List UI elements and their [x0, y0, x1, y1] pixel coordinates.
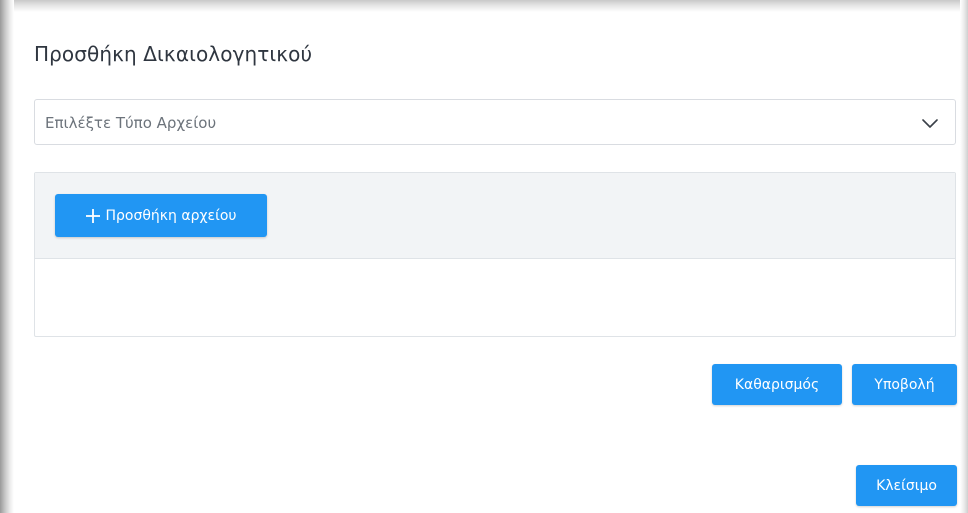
close-button[interactable]: Κλείσιμο [856, 465, 957, 506]
submit-button[interactable]: Υποβολή [852, 364, 957, 405]
modal-shadow-top [0, 0, 968, 12]
modal-shadow-left [0, 0, 14, 513]
submit-button-label: Υποβολή [874, 376, 935, 393]
add-file-button-label: Προσθήκη αρχείου [105, 207, 237, 224]
file-type-select[interactable]: Επιλέξτε Τύπο Αρχείου [34, 99, 956, 145]
clear-button[interactable]: Καθαρισμός [712, 364, 842, 405]
plus-icon [86, 208, 101, 223]
clear-button-label: Καθαρισμός [734, 376, 820, 393]
modal-title: Προσθήκη Δικαιολογητικού [34, 42, 313, 66]
add-file-button[interactable]: Προσθήκη αρχείου [55, 194, 267, 237]
chevron-down-icon [922, 119, 938, 128]
modal-shadow-right [960, 0, 968, 513]
file-type-placeholder: Επιλέξτε Τύπο Αρχείου [45, 114, 217, 132]
close-button-label: Κλείσιμο [876, 477, 937, 494]
modal-dialog: Προσθήκη Δικαιολογητικού Επιλέξτε Τύπο Α… [0, 0, 968, 513]
